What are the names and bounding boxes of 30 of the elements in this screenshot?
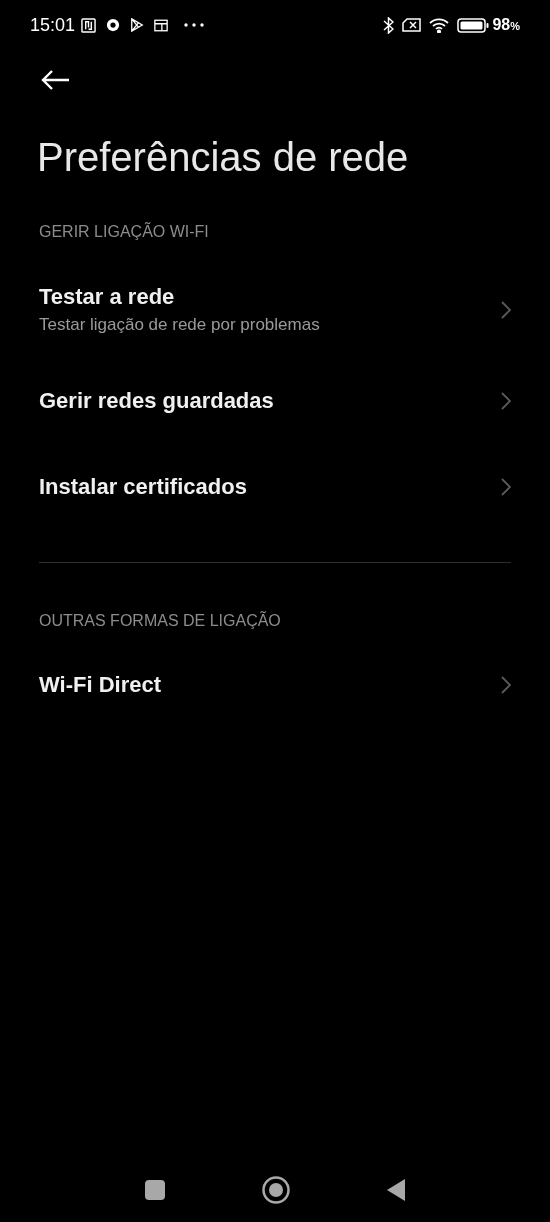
page-title: Preferências de rede: [36, 134, 410, 181]
section-header: OUTRAS FORMAS DE LIGAÇÃO: [38, 611, 282, 631]
battery-icon: [457, 17, 490, 33]
bluetooth-icon: [383, 16, 395, 34]
chevron-right-icon: [501, 478, 511, 496]
item-title: Gerir redes guardadas: [39, 387, 275, 415]
settings-item[interactable]: Wi-Fi Direct: [0, 642, 550, 728]
no-sim-icon: [402, 18, 422, 32]
more-icon: [184, 23, 205, 27]
home-button[interactable]: [262, 1176, 290, 1204]
item-subtitle: Testar ligação de rede por problemas: [39, 314, 321, 336]
settings-item[interactable]: Gerir redes guardadas: [0, 358, 550, 444]
play-store-icon: [130, 18, 145, 32]
chevron-right-icon: [501, 301, 511, 319]
nfc-icon: [81, 17, 97, 33]
battery-percentage: 98%: [492, 15, 520, 35]
wifi-icon: [429, 17, 450, 33]
chevron-right-icon: [501, 676, 511, 694]
status-time: 15:01: [30, 13, 76, 37]
browser-icon: [106, 18, 121, 32]
item-title: Instalar certificados: [39, 473, 248, 501]
window-icon: [154, 18, 169, 32]
settings-item[interactable]: Testar a rede Testar ligação de rede por problemas: [0, 262, 550, 358]
chevron-right-icon: [501, 392, 511, 410]
back-nav-button[interactable]: [387, 1179, 405, 1201]
settings-item[interactable]: Instalar certificados: [0, 444, 550, 530]
item-title: Testar a rede: [39, 283, 176, 311]
section-header: GERIR LIGAÇÃO WI-FI: [38, 222, 210, 242]
recents-button[interactable]: [145, 1180, 165, 1200]
item-title: Wi-Fi Direct: [39, 671, 163, 699]
